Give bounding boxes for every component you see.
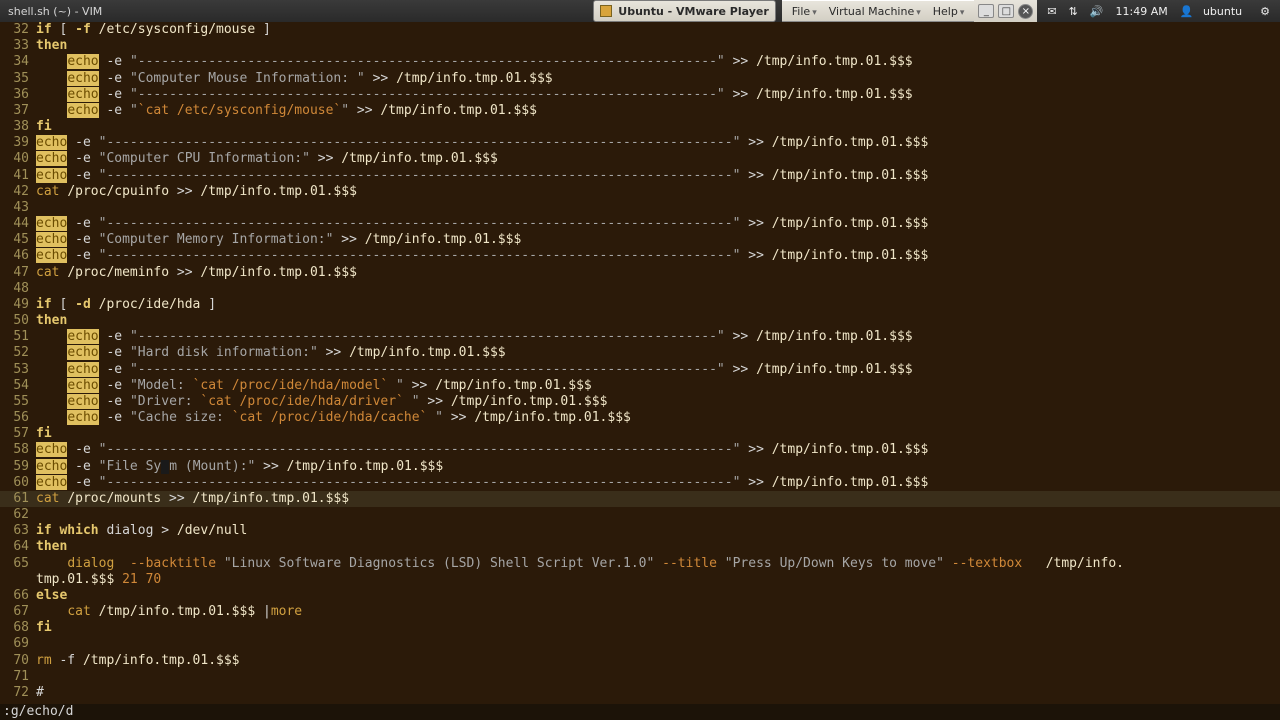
code-line[interactable]: 33then [0, 38, 67, 54]
code-line[interactable]: 32if [ -f /etc/sysconfig/mouse ] [0, 22, 271, 38]
close-button[interactable]: × [1018, 4, 1033, 19]
code-line[interactable]: 67 cat /tmp/info.tmp.01.$$$ |more [0, 604, 302, 620]
user-menu[interactable]: 👤 ubuntu [1174, 5, 1254, 18]
code-line[interactable]: 72# [0, 685, 44, 701]
vim-command-line[interactable]: :g/echo/d [0, 704, 1280, 720]
code-line[interactable]: 69 [0, 636, 36, 652]
code-line[interactable]: 52 echo -e "Hard disk information:" >> /… [0, 345, 506, 361]
code-line[interactable]: 58echo -e "-----------------------------… [0, 442, 928, 458]
code-line[interactable]: 39echo -e "-----------------------------… [0, 135, 928, 151]
code-line[interactable]: 56 echo -e "Cache size: `cat /proc/ide/h… [0, 410, 631, 426]
settings-icon[interactable]: ⚙ [1254, 5, 1276, 18]
code-line[interactable]: 57fi [0, 426, 52, 442]
maximize-button[interactable]: □ [998, 4, 1014, 18]
code-line[interactable]: 42cat /proc/cpuinfo >> /tmp/info.tmp.01.… [0, 184, 357, 200]
vmware-menubar: File▾ Virtual Machine▾ Help▾ [782, 0, 975, 22]
top-panel: shell.sh (~) - VIM Ubuntu - VMware Playe… [0, 0, 1280, 22]
code-line[interactable]: 45echo -e "Computer Memory Information:"… [0, 232, 521, 248]
code-line[interactable]: 53 echo -e "----------------------------… [0, 362, 913, 378]
volume-icon[interactable]: 🔊 [1084, 5, 1110, 18]
code-line[interactable]: 70rm -f /tmp/info.tmp.01.$$$ [0, 653, 240, 669]
code-line[interactable]: 55 echo -e "Driver: `cat /proc/ide/hda/d… [0, 394, 607, 410]
code-line[interactable]: 46echo -e "-----------------------------… [0, 248, 928, 264]
code-line[interactable]: 64then [0, 539, 67, 555]
vim-editor-area[interactable]: 32if [ -f /etc/sysconfig/mouse ]33then34… [0, 22, 1280, 704]
code-line[interactable]: 66else [0, 588, 67, 604]
code-line[interactable]: 40echo -e "Computer CPU Information:" >>… [0, 151, 498, 167]
code-line[interactable]: 59echo -e "File Sym (Mount):" >> /tmp/in… [0, 459, 443, 475]
code-line[interactable]: 49if [ -d /proc/ide/hda ] [0, 297, 216, 313]
code-line[interactable]: tmp.01.$$$ 21 70 [0, 572, 161, 588]
code-line[interactable]: 61cat /proc/mounts >> /tmp/info.tmp.01.$… [0, 491, 349, 507]
code-line[interactable]: 63if which dialog > /dev/null [0, 523, 247, 539]
code-line[interactable]: 51 echo -e "----------------------------… [0, 329, 913, 345]
code-line[interactable]: 50then [0, 313, 67, 329]
code-line[interactable]: 41echo -e "-----------------------------… [0, 168, 928, 184]
code-line[interactable]: 37 echo -e "`cat /etc/sysconfig/mouse`" … [0, 103, 537, 119]
code-line[interactable]: 44echo -e "-----------------------------… [0, 216, 928, 232]
minimize-button[interactable]: _ [978, 4, 994, 18]
code-line[interactable]: 54 echo -e "Model: `cat /proc/ide/hda/mo… [0, 378, 592, 394]
system-tray: ✉ ⇅ 🔊 11:49 AM 👤 ubuntu ⚙ [1037, 5, 1280, 18]
code-line[interactable]: 68fi [0, 620, 52, 636]
menu-help[interactable]: Help▾ [927, 5, 971, 18]
code-line[interactable]: 71 [0, 669, 36, 685]
code-line[interactable]: 34 echo -e "----------------------------… [0, 54, 913, 70]
code-line[interactable]: 65 dialog --backtitle "Linux Software Di… [0, 556, 1124, 572]
window-title: shell.sh (~) - VIM [0, 5, 110, 18]
taskbar-button-vmware[interactable]: Ubuntu - VMware Player [593, 0, 776, 22]
code-line[interactable]: 60echo -e "-----------------------------… [0, 475, 928, 491]
menu-file[interactable]: File▾ [786, 5, 823, 18]
mail-icon[interactable]: ✉ [1041, 5, 1062, 18]
task-label: Ubuntu - VMware Player [618, 5, 769, 18]
code-line[interactable]: 47cat /proc/meminfo >> /tmp/info.tmp.01.… [0, 265, 357, 281]
code-line[interactable]: 48 [0, 281, 36, 297]
code-line[interactable]: 35 echo -e "Computer Mouse Information: … [0, 71, 553, 87]
code-line[interactable]: 62 [0, 507, 36, 523]
vmware-icon [600, 5, 612, 17]
clock[interactable]: 11:49 AM [1110, 5, 1174, 18]
code-line[interactable]: 43 [0, 200, 36, 216]
network-icon[interactable]: ⇅ [1063, 5, 1084, 18]
code-line[interactable]: 36 echo -e "----------------------------… [0, 87, 913, 103]
code-line[interactable]: 38fi [0, 119, 52, 135]
window-controls: _ □ × [974, 0, 1037, 22]
menu-virtual-machine[interactable]: Virtual Machine▾ [823, 5, 927, 18]
